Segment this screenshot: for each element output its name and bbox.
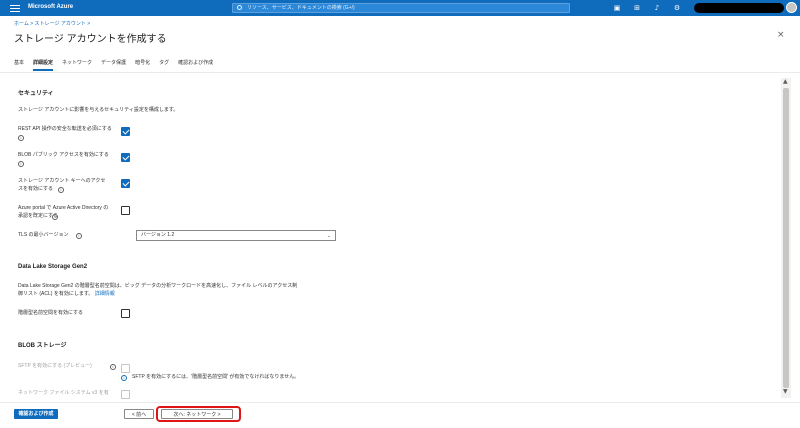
tab-encryption[interactable]: 暗号化 — [135, 59, 150, 71]
info-icon[interactable]: i — [52, 214, 58, 220]
aad-authorization-checkbox[interactable] — [121, 206, 130, 215]
gear-icon[interactable]: ⚙ — [672, 3, 682, 13]
footer-divider — [0, 402, 800, 403]
blob-section-title: BLOB ストレージ — [18, 343, 67, 349]
info-icon[interactable]: i — [110, 364, 116, 370]
blob-public-access-checkbox[interactable] — [121, 153, 130, 162]
wizard-tabs: 基本 詳細設定 ネットワーク データ保護 暗号化 タグ 確認および作成 — [14, 59, 213, 71]
feedback-icon[interactable]: ⊞ — [632, 3, 642, 13]
sftp-note: SFTP を有効にするには、'階層型名前空間' が有効でなければなりません。 — [132, 374, 300, 380]
advanced-settings-form: セキュリティ ストレージ アカウントに影響を与えるセキュリティ設定を構成します。… — [18, 80, 778, 400]
sftp-label: SFTP を有効にする (プレビュー) — [18, 363, 92, 369]
global-search-input[interactable]: リソース、サービス、ドキュメントの検索 (G+/) — [232, 3, 570, 13]
aad-authorization-label-1: Azure portal で Azure Active Directory の — [18, 205, 109, 211]
previous-button[interactable]: < 前へ — [124, 409, 154, 419]
terminal-icon[interactable]: ▣ — [612, 3, 622, 13]
top-icons: ▣ ⊞ ♪ ⚙ ? — [612, 3, 702, 13]
datalake-section-title: Data Lake Storage Gen2 — [18, 264, 88, 270]
tab-networking[interactable]: ネットワーク — [62, 59, 92, 71]
security-description: ストレージ アカウントに影響を与えるセキュリティ設定を構成します。 — [18, 107, 179, 113]
scroll-thumb[interactable] — [783, 88, 789, 388]
info-icon[interactable]: i — [76, 233, 82, 239]
datalake-description-2: 御リスト (ACL) を有効にします。 詳細情報 — [18, 291, 115, 298]
tls-version-value: バージョン 1.2 — [141, 232, 175, 238]
close-icon[interactable]: × — [777, 30, 785, 40]
more-options-icon[interactable]: ··· — [146, 31, 154, 40]
datalake-description-1: Data Lake Storage Gen2 の階層型名前空間は、ビッグ データ… — [18, 283, 298, 289]
info-icon[interactable]: i — [58, 187, 64, 193]
tab-review-create[interactable]: 確認および作成 — [178, 59, 213, 71]
nfs-label: ネットワーク ファイル システム v3 を有 — [18, 390, 109, 396]
security-section-title: セキュリティ — [18, 91, 54, 97]
azure-top-bar: Microsoft Azure リソース、サービス、ドキュメントの検索 (G+/… — [0, 0, 800, 16]
tls-version-label: TLS の最小バージョン — [18, 232, 69, 238]
nfs-checkbox[interactable] — [121, 390, 130, 399]
account-name-redacted[interactable] — [694, 3, 784, 13]
tls-version-select[interactable]: バージョン 1.2 ⌄ — [136, 230, 336, 241]
search-icon — [237, 5, 242, 10]
bell-icon[interactable]: ♪ — [652, 3, 662, 13]
tab-tags[interactable]: タグ — [159, 59, 169, 71]
page-title: ストレージ アカウントを作成する — [14, 34, 167, 45]
tab-basics[interactable]: 基本 — [14, 59, 24, 71]
scroll-down-icon[interactable]: ▼ — [783, 388, 788, 395]
account-key-access-label-1: ストレージ アカウント キーへのアクセ — [18, 178, 106, 184]
secure-transfer-label: REST API 操作の安全な転送を必須にする — [18, 126, 112, 132]
red-highlight-annotation — [156, 406, 241, 422]
info-icon[interactable]: i — [18, 135, 24, 141]
info-circle-icon: i — [121, 375, 127, 381]
chevron-down-icon: ⌄ — [326, 233, 331, 239]
menu-icon[interactable] — [10, 3, 20, 13]
scroll-up-icon[interactable]: ▲ — [783, 78, 788, 85]
brand-name[interactable]: Microsoft Azure — [28, 4, 73, 10]
breadcrumb[interactable]: ホーム > ストレージ アカウント > — [14, 20, 90, 27]
search-placeholder: リソース、サービス、ドキュメントの検索 (G+/) — [247, 5, 355, 11]
avatar[interactable] — [786, 2, 797, 13]
secure-transfer-checkbox[interactable] — [121, 127, 130, 136]
review-create-button[interactable]: 確認および作成 — [14, 409, 58, 419]
hierarchical-namespace-checkbox[interactable] — [121, 309, 130, 318]
info-icon[interactable]: i — [18, 161, 24, 167]
sftp-checkbox[interactable] — [121, 364, 130, 373]
tab-data-protection[interactable]: データ保護 — [101, 59, 126, 71]
account-key-access-checkbox[interactable] — [121, 179, 130, 188]
learn-more-link[interactable]: 詳細情報 — [95, 291, 115, 297]
hierarchical-namespace-label: 階層型名前空間を有効にする — [18, 310, 84, 316]
tab-divider — [0, 72, 800, 73]
datalake-description-text: 御リスト (ACL) を有効にします。 — [18, 291, 94, 297]
blob-public-access-label: BLOB パブリック アクセスを有効にする — [18, 152, 109, 158]
tab-advanced[interactable]: 詳細設定 — [33, 59, 54, 71]
account-key-access-label-2: スを有効にする — [18, 186, 54, 192]
content-scrollbar[interactable]: ▲ ▼ — [781, 78, 791, 398]
